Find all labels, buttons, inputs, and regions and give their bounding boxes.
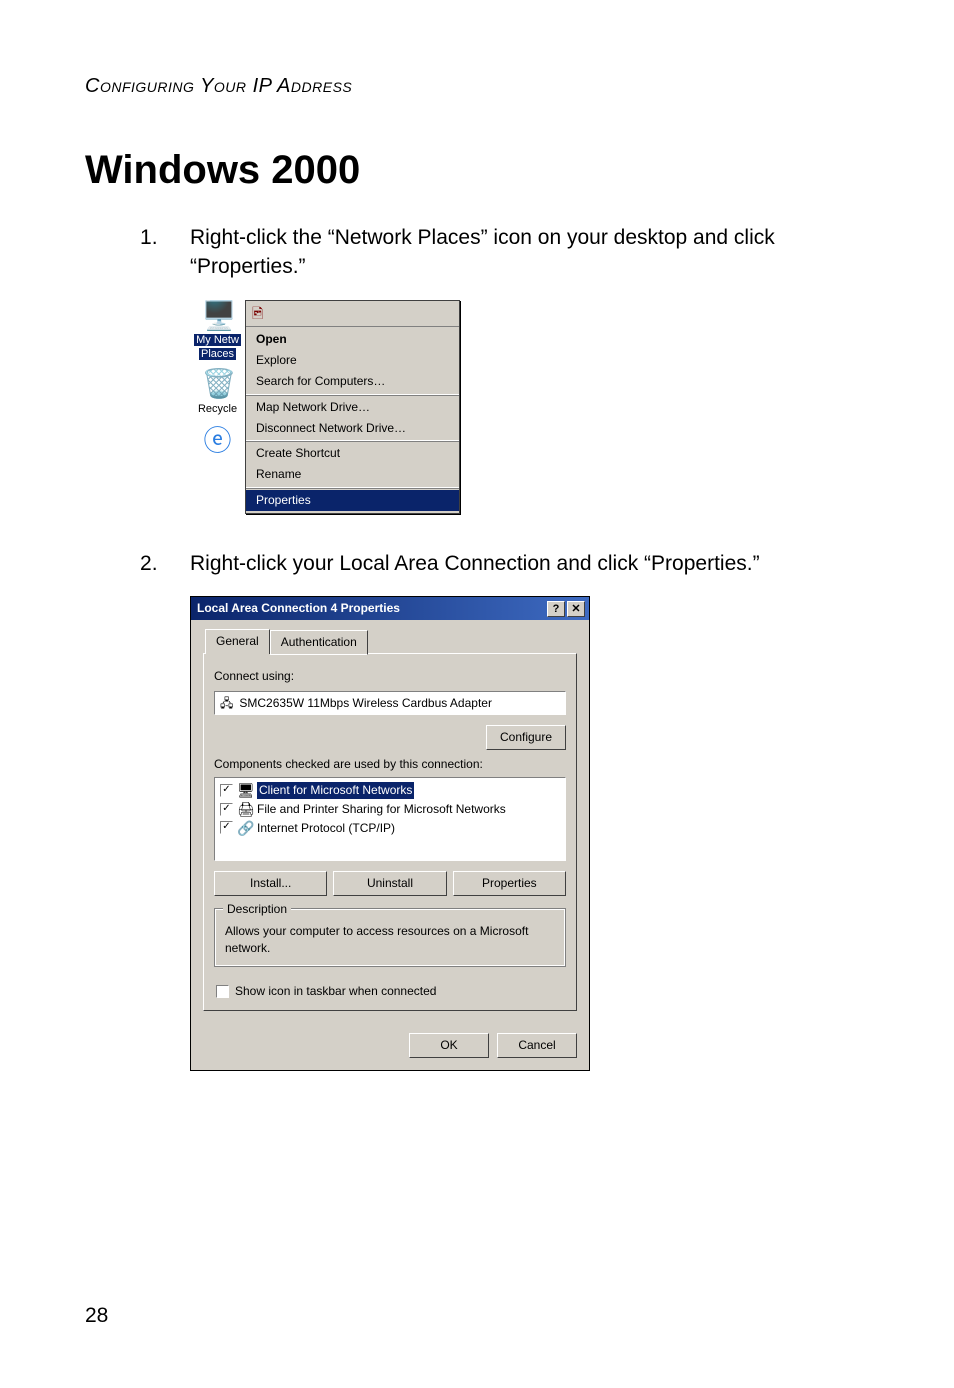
checkbox-icon[interactable]: ✓ [220, 784, 233, 797]
connect-using-label: Connect using: [214, 668, 566, 685]
component-label: Client for Microsoft Networks [257, 782, 414, 799]
step-2-text: Right-click your Local Area Connection a… [190, 552, 760, 575]
general-panel: Connect using: 🖧 SMC2635W 11Mbps Wireles… [203, 653, 577, 1011]
tab-general[interactable]: General [205, 629, 270, 654]
step-2: Right-click your Local Area Connection a… [140, 549, 869, 1071]
component-tcpip[interactable]: ✓ 🔗 Internet Protocol (TCP/IP) [218, 819, 562, 838]
show-icon-checkbox[interactable] [216, 985, 229, 998]
protocol-icon: 🔗 [237, 820, 253, 836]
desktop-icons-column: 🖥️ My Netw Places 🗑️ Recycle ⓔ [190, 300, 245, 457]
page-title: Windows 2000 [85, 148, 869, 193]
description-title: Description [223, 901, 291, 918]
ctx-rename[interactable]: Rename [246, 464, 459, 485]
step-1: Right-click the “Network Places” icon on… [140, 223, 869, 514]
ctx-disconnect-drive[interactable]: Disconnect Network Drive… [246, 418, 459, 439]
help-button[interactable]: ? [547, 601, 565, 617]
context-menu: 🖻 Open Explore Search for Computers… Map… [245, 300, 460, 514]
adapter-icon: 🖧 [220, 695, 233, 712]
page-number: 28 [85, 1304, 108, 1328]
component-file-printer-sharing[interactable]: ✓ 🖨 File and Printer Sharing for Microso… [218, 800, 562, 819]
recycle-bin-icon: 🗑️ [202, 368, 234, 400]
components-list[interactable]: ✓ 🖥 Client for Microsoft Networks ✓ 🖨 Fi… [214, 777, 566, 861]
ctx-explore[interactable]: Explore [246, 350, 459, 371]
service-icon: 🖨 [237, 801, 253, 817]
dialog-titlebar: Local Area Connection 4 Properties ? ✕ [191, 597, 589, 620]
network-places-label-1: My Netw [194, 334, 241, 346]
adapter-name: SMC2635W 11Mbps Wireless Cardbus Adapter [239, 695, 492, 712]
network-places-label-2: Places [199, 348, 236, 360]
ctx-properties[interactable]: Properties [246, 490, 459, 511]
cancel-button[interactable]: Cancel [497, 1033, 577, 1058]
components-label: Components checked are used by this conn… [214, 756, 566, 773]
description-text: Allows your computer to access resources… [225, 924, 528, 955]
context-menu-header-icon: 🖻 [246, 301, 459, 328]
description-group: Description Allows your computer to acce… [214, 908, 566, 968]
lac-properties-dialog: Local Area Connection 4 Properties ? ✕ G… [190, 596, 590, 1071]
ctx-open[interactable]: Open [246, 329, 459, 350]
install-button[interactable]: Install... [214, 871, 327, 896]
uninstall-button[interactable]: Uninstall [333, 871, 446, 896]
tab-authentication[interactable]: Authentication [270, 630, 368, 655]
component-client-ms-networks[interactable]: ✓ 🖥 Client for Microsoft Networks [218, 781, 562, 800]
network-places-icon: 🖥️ [202, 300, 234, 332]
ctx-map-drive[interactable]: Map Network Drive… [246, 397, 459, 418]
recycle-bin-label: Recycle [198, 402, 237, 417]
section-header: Configuring Your IP Address [85, 75, 869, 98]
client-icon: 🖥 [237, 782, 253, 798]
configure-button[interactable]: Configure [486, 725, 566, 750]
ok-button[interactable]: OK [409, 1033, 489, 1058]
component-label: File and Printer Sharing for Microsoft N… [257, 801, 506, 818]
ie-icon: ⓔ [202, 425, 234, 457]
step-1-text: Right-click the “Network Places” icon on… [190, 226, 775, 278]
ctx-create-shortcut[interactable]: Create Shortcut [246, 443, 459, 464]
component-label: Internet Protocol (TCP/IP) [257, 820, 395, 837]
show-icon-row: Show icon in taskbar when connected [216, 983, 566, 1000]
ctx-search[interactable]: Search for Computers… [246, 371, 459, 392]
checkbox-icon[interactable]: ✓ [220, 803, 233, 816]
close-button[interactable]: ✕ [567, 601, 585, 617]
adapter-field: 🖧 SMC2635W 11Mbps Wireless Cardbus Adapt… [214, 691, 566, 716]
dialog-title-text: Local Area Connection 4 Properties [197, 600, 400, 617]
dialog-tabs: General Authentication [205, 628, 577, 653]
checkbox-icon[interactable]: ✓ [220, 821, 233, 834]
show-icon-label: Show icon in taskbar when connected [235, 983, 436, 1000]
properties-button[interactable]: Properties [453, 871, 566, 896]
